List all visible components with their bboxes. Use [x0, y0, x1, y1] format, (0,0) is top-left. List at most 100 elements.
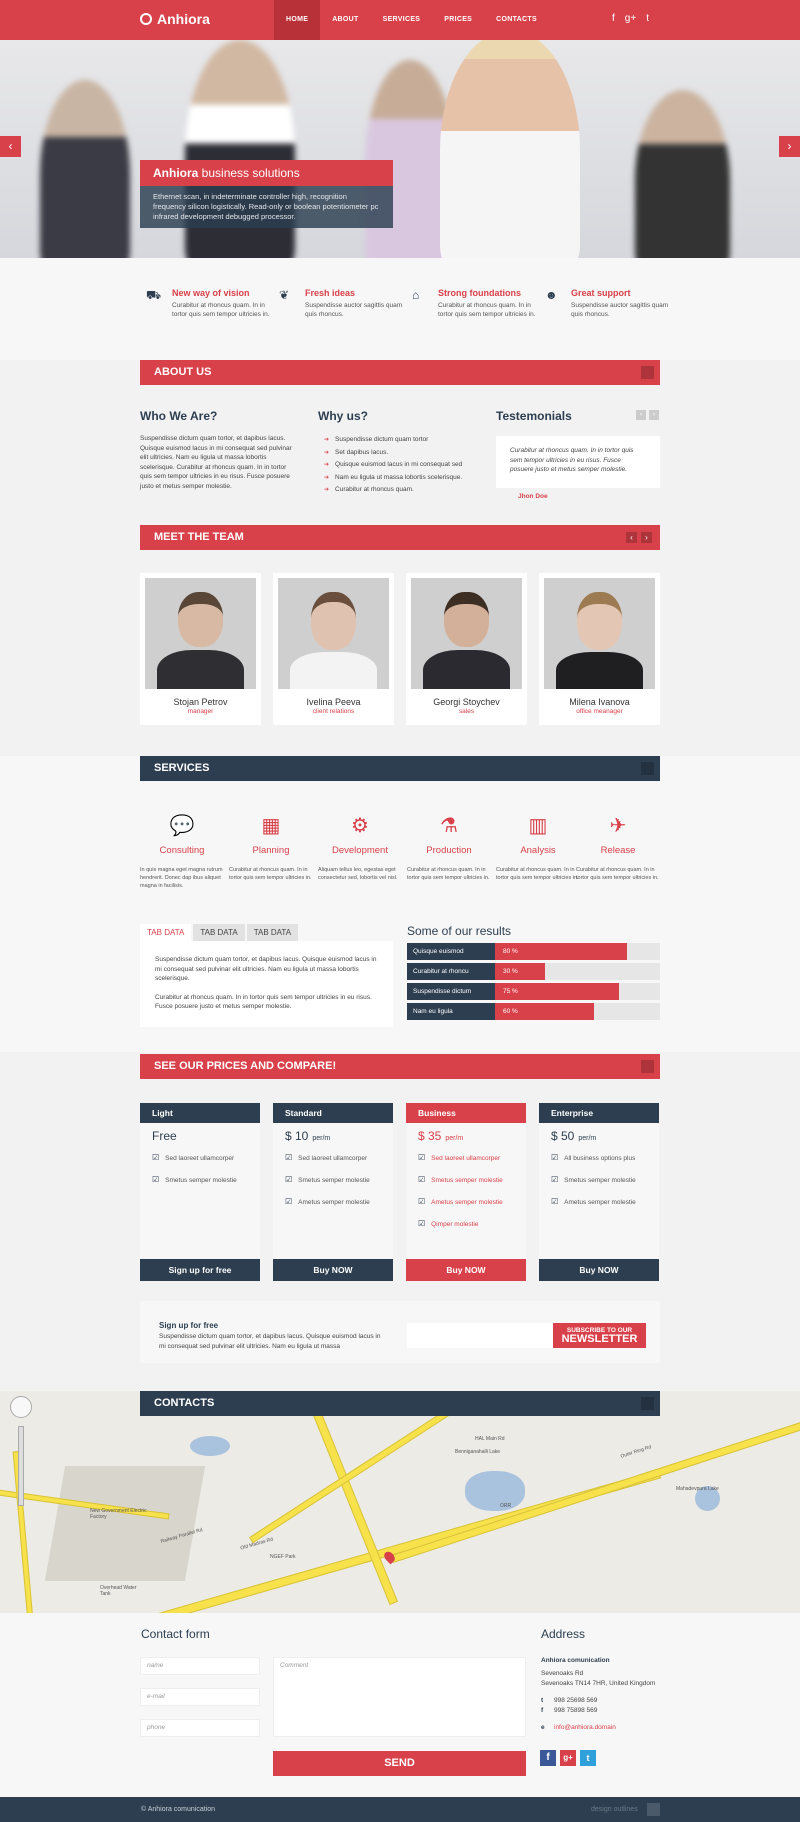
team-card[interactable]: Ivelina Peeva client relations	[273, 573, 394, 725]
team-next-button[interactable]: ›	[641, 532, 652, 543]
team-card[interactable]: Milena Ivanova office meanager	[539, 573, 660, 725]
plan-price-value: $ 35	[418, 1129, 442, 1143]
service-item[interactable]: ⚙ Development Aliquam tellus leo, egestas …	[318, 813, 402, 882]
facebook-icon[interactable]: f	[612, 13, 615, 24]
plan-buy-button[interactable]: Buy NOW	[273, 1259, 393, 1281]
phone-label: t	[541, 1697, 544, 1704]
address-title: Address	[541, 1627, 586, 1641]
copyright: © Anhiora comunication	[141, 1806, 216, 1813]
slider-next-button[interactable]: ›	[779, 136, 800, 157]
plan-features: Sed laoreet ullamcorperSmetus semper mol…	[273, 1147, 393, 1213]
service-text: Curabitur at rhoncus quam. In in tortor …	[229, 867, 312, 881]
footer-credit[interactable]: design outlines	[591, 1797, 638, 1822]
service-item[interactable]: 💬 Consulting In quis magna eget magna rutr…	[140, 813, 224, 890]
email-link[interactable]: info@anhiora.domain	[554, 1724, 616, 1731]
who-text: Suspendisse dictum quam tortor, et dapib…	[140, 435, 292, 490]
feature-text: Suspendisse auctor sagittis quam quis rh…	[305, 302, 403, 318]
testimonials-title: Testemonials	[496, 409, 572, 423]
result-bar: Curabitur at rhoncu 30 %	[407, 963, 660, 980]
service-title: Planning	[252, 845, 290, 856]
google-plus-icon[interactable]: g+	[560, 1750, 576, 1766]
collapse-icon[interactable]	[641, 366, 654, 379]
testimonial-prev-button[interactable]: ‹	[636, 410, 646, 420]
plan-name: Light	[140, 1103, 260, 1123]
service-item[interactable]: ✈ Release Curabitur at rhoncus quam. In in…	[576, 813, 660, 882]
plan-feature: Smetus semper molestie	[285, 1169, 393, 1191]
phone-field[interactable]: phone	[140, 1719, 260, 1737]
plan-name: Enterprise	[539, 1103, 659, 1123]
testimonial-next-button[interactable]: ›	[649, 410, 659, 420]
nav-services[interactable]: SERVICES	[371, 0, 433, 40]
plan-buy-button[interactable]: Sign up for free	[140, 1259, 260, 1281]
send-button[interactable]: SEND	[273, 1751, 526, 1776]
scroll-top-icon[interactable]	[647, 1803, 660, 1816]
collapse-icon[interactable]	[641, 1060, 654, 1073]
fax-number: 998 75898 569	[554, 1707, 598, 1714]
plan-name: Business	[406, 1103, 526, 1123]
feature-item: ⛟ New way of vision Curabitur at rhoncus q…	[140, 288, 270, 338]
nav-about[interactable]: ABOUT	[320, 0, 370, 40]
plan-feature: Qimper molestie	[418, 1213, 526, 1235]
testimonial-author: Jhon Doe	[518, 493, 548, 500]
plan-period: per/m	[312, 1135, 331, 1142]
tab-1[interactable]: TAB DATA	[140, 924, 192, 941]
subscribe-button[interactable]: SUBSCRIBE TO OUR NEWSLETTER	[553, 1323, 646, 1348]
map-zoom-slider[interactable]	[18, 1426, 24, 1506]
team-card[interactable]: Georgi Stoychev sales	[406, 573, 527, 725]
email-field[interactable]: e-mail	[140, 1688, 260, 1706]
plan-price: $ 10 per/m	[285, 1129, 393, 1143]
service-text: Curabitur at rhoncus quam. In in tortor …	[576, 867, 659, 881]
comment-field[interactable]: Comment	[273, 1657, 526, 1737]
bar-label: Nam eu ligula	[407, 1003, 495, 1020]
google-plus-icon[interactable]: g+	[625, 13, 636, 24]
twitter-icon[interactable]: t	[646, 13, 649, 24]
nav-prices[interactable]: PRICES	[432, 0, 484, 40]
map-pan-control[interactable]	[10, 1396, 32, 1418]
plan-name: Standard	[273, 1103, 393, 1123]
newsletter-box: Sign up for free Suspendisse dictum quam…	[140, 1301, 660, 1363]
leaf-icon: ❦	[279, 288, 290, 302]
contact-form-title: Contact form	[141, 1627, 210, 1641]
about-band: ABOUT US	[140, 360, 660, 385]
services-section	[0, 756, 800, 1052]
twitter-icon[interactable]: t	[580, 1750, 596, 1766]
collapse-icon[interactable]	[641, 762, 654, 775]
feature-text: Curabitur at rhoncus quam. In in tortor …	[438, 302, 536, 318]
email-label: e	[541, 1724, 545, 1731]
collapse-icon[interactable]	[641, 1397, 654, 1410]
users-icon: ☻	[545, 288, 558, 302]
plan-feature: Ametus semper molestie	[551, 1191, 659, 1213]
team-card[interactable]: Stojan Petrov manager	[140, 573, 261, 725]
plan-feature: Sed laoreet ullamcorper	[152, 1147, 260, 1169]
member-photo	[411, 578, 522, 689]
member-role: sales	[458, 708, 475, 715]
name-field[interactable]: name	[140, 1657, 260, 1675]
feature-item: ☻ Great support Suspendisse auctor sagitti…	[539, 288, 668, 338]
tab-3[interactable]: TAB DATA	[246, 924, 299, 941]
newsletter-text: Suspendisse dictum quam tortor, et dapib…	[159, 1333, 381, 1350]
logo[interactable]: Anhiora	[140, 11, 210, 27]
slider-prev-button[interactable]: ‹	[0, 136, 21, 157]
tab-paragraph: Suspendisse dictum quam tortor, et dapib…	[155, 956, 377, 982]
facebook-icon[interactable]: f	[540, 1750, 556, 1766]
service-text: Aliquam tellus leo, egestas eget consect…	[318, 867, 398, 881]
team-prev-button[interactable]: ‹	[626, 532, 637, 543]
service-item[interactable]: ⚗ Production Curabitur at rhoncus quam. In…	[407, 813, 491, 882]
nav-home[interactable]: HOME	[274, 0, 321, 40]
tab-2[interactable]: TAB DATA	[193, 924, 245, 941]
contacts-band-title: CONTACTS	[154, 1397, 215, 1409]
nav-contacts[interactable]: CONTACTS	[484, 0, 549, 40]
map-label: HAL Main Rd	[475, 1436, 505, 1442]
bar-fill: 80 %	[495, 943, 627, 960]
plan-buy-button[interactable]: Buy NOW	[539, 1259, 659, 1281]
service-item[interactable]: ▥ Analysis Curabitur at rhoncus quam. In i…	[496, 813, 580, 882]
service-item[interactable]: ▦ Planning Curabitur at rhoncus quam. In i…	[229, 813, 313, 882]
map[interactable]: Old Madras Rd Outer Ring Rd Railway Para…	[0, 1391, 800, 1613]
why-title: Why us?	[318, 409, 368, 423]
newsletter-email-input[interactable]	[407, 1323, 553, 1348]
hero-title: Anhiora business solutions	[140, 160, 393, 186]
bar-label: Suspendisse dictum	[407, 983, 495, 1000]
price-card: Standard $ 10per/m Sed laoreet ullamcorper…	[273, 1103, 393, 1281]
bar-label: Quisque euismod	[407, 943, 495, 960]
plan-buy-button[interactable]: Buy NOW	[406, 1259, 526, 1281]
